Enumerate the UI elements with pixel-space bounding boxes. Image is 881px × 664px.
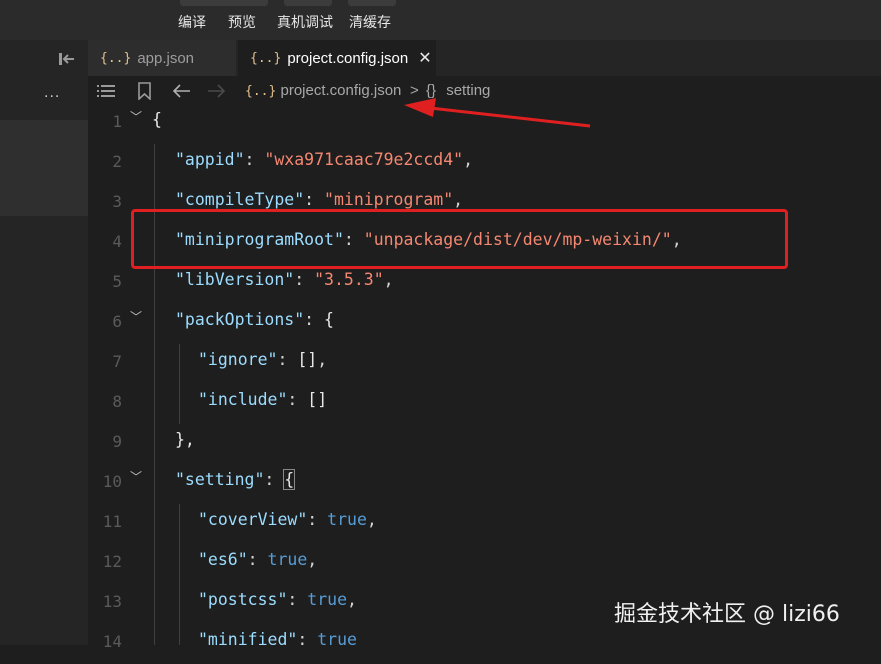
tab-app-json[interactable]: {..} app.json — [88, 40, 236, 76]
close-icon[interactable]: ✕ — [418, 48, 431, 68]
code-line: 10 ﹀ "setting": { — [88, 464, 881, 504]
watermark: 掘金技术社区 @ lizi66 — [614, 602, 840, 627]
code-line: 8 "include": [] — [88, 384, 881, 424]
line-number: 9 — [112, 432, 122, 451]
breadcrumb-section[interactable]: {} setting — [426, 82, 490, 99]
line-number: 12 — [102, 552, 122, 571]
bookmark-icon[interactable] — [138, 82, 151, 100]
line-number: 7 — [112, 352, 122, 371]
toolbar-control-stub[interactable] — [180, 0, 268, 6]
line-number: 13 — [102, 592, 122, 611]
preview-button[interactable]: 预览 — [228, 12, 256, 32]
annotation-highlight-box — [131, 209, 788, 269]
breadcrumb-separator: > — [410, 82, 419, 99]
toolbar-control-stub[interactable] — [348, 0, 396, 6]
line-number: 14 — [102, 632, 122, 651]
compile-button[interactable]: 编译 — [178, 12, 206, 32]
editor-tab-bar: {..} app.json {..} project.config.json ✕ — [88, 40, 881, 76]
code-line: 7 "ignore": [], — [88, 344, 881, 384]
code-line: 6 ﹀ "packOptions": { — [88, 304, 881, 344]
line-number: 4 — [112, 232, 122, 251]
tab-label: project.config.json — [287, 49, 409, 67]
fold-chevron-icon[interactable]: ﹀ — [130, 308, 142, 325]
code-line: 5 "libVersion": "3.5.3", — [88, 264, 881, 304]
fold-chevron-icon[interactable]: ﹀ — [130, 468, 142, 485]
tab-project-config-json[interactable]: {..} project.config.json ✕ — [238, 40, 436, 76]
line-number: 8 — [112, 392, 122, 411]
file-explorer-panel: ... — [0, 40, 88, 645]
toolbar-control-stub[interactable] — [284, 0, 332, 6]
code-line: 14 "minified": true — [88, 624, 881, 664]
breadcrumb-file[interactable]: {..} project.config.json — [245, 82, 401, 99]
code-line: 2 "appid": "wxa971caac79e2ccd4", — [88, 144, 881, 184]
collapse-panel-icon[interactable] — [58, 50, 78, 68]
selected-file-row[interactable] — [0, 120, 88, 216]
json-file-icon: {..} — [245, 84, 277, 99]
code-line: 11 "coverView": true, — [88, 504, 881, 544]
back-arrow-icon[interactable] — [173, 84, 191, 98]
code-line: 1 ﹀ { — [88, 104, 881, 144]
line-number: 5 — [112, 272, 122, 291]
tab-label: app.json — [137, 49, 195, 67]
code-line: 9 }, — [88, 424, 881, 464]
line-number: 11 — [102, 512, 122, 531]
line-number: 10 — [102, 472, 122, 491]
json-file-icon: {..} — [100, 50, 132, 66]
line-number: 1 — [112, 112, 122, 131]
clear-cache-button[interactable]: 清缓存 — [349, 12, 391, 32]
line-number: 3 — [112, 192, 122, 211]
fold-chevron-icon[interactable]: ﹀ — [130, 108, 142, 125]
line-number: 2 — [112, 152, 122, 171]
code-line: 12 "es6": true, — [88, 544, 881, 584]
object-icon: {} — [426, 82, 437, 99]
remote-debug-button[interactable]: 真机调试 — [277, 12, 333, 32]
forward-arrow-icon[interactable] — [207, 84, 225, 98]
top-toolbar: 编译 预览 真机调试 清缓存 — [0, 0, 881, 40]
outline-list-icon[interactable] — [97, 84, 115, 99]
line-number: 6 — [112, 312, 122, 331]
json-file-icon: {..} — [250, 50, 282, 66]
more-actions-icon[interactable]: ... — [44, 84, 60, 102]
code-editor[interactable]: 1 ﹀ { 2 "appid": "wxa971caac79e2ccd4", 3… — [88, 108, 881, 651]
